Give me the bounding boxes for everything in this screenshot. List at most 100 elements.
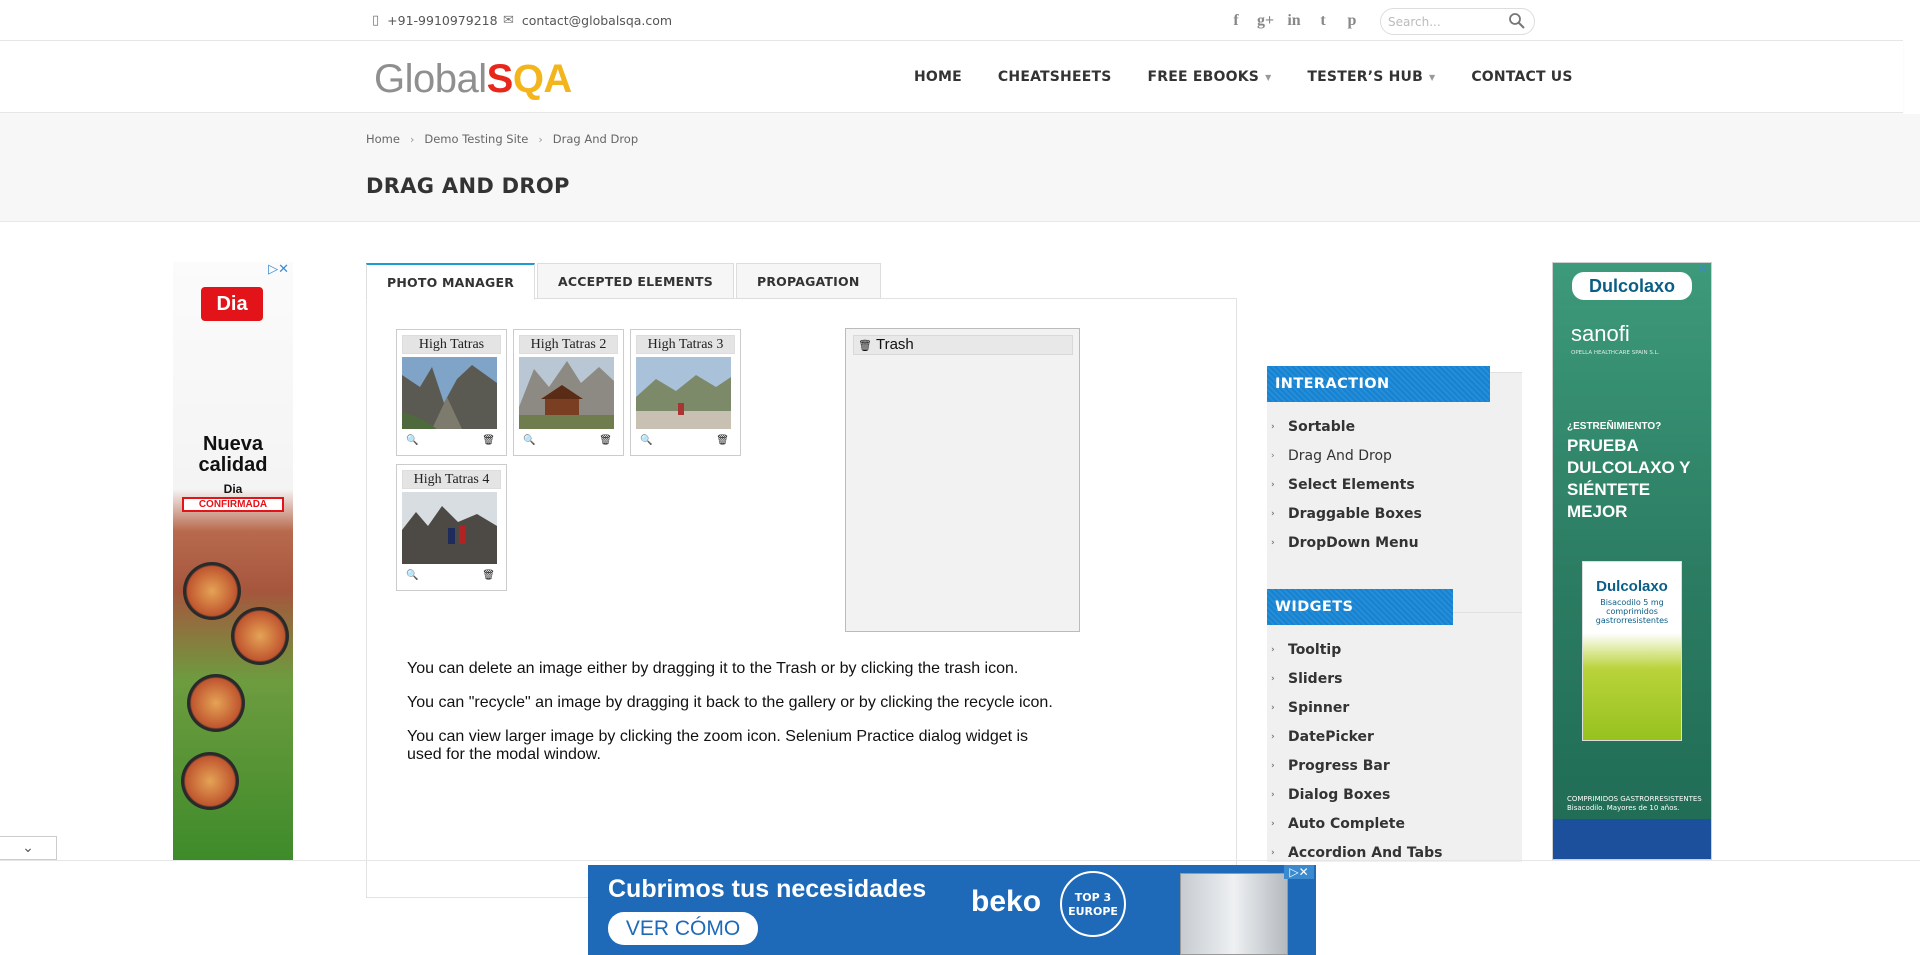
trash-icon[interactable]: 🗑 — [599, 435, 612, 446]
instructions: You can delete an image either by draggi… — [407, 660, 1067, 780]
sidebar-item-select-elements[interactable]: › Select Elements — [1271, 470, 1422, 499]
right-advertisement[interactable]: ✕ Dulcolaxo sanofi OPELLA HEALTHCARE SPA… — [1552, 262, 1712, 860]
tab-photo-manager[interactable]: PHOTO MANAGER — [366, 263, 536, 300]
mail-icon: ✉ — [503, 13, 514, 28]
gallery-item[interactable]: High Tatras 🔍 🗑 — [396, 329, 507, 456]
phone-contact: ▯ +91-9910979218 — [372, 0, 498, 41]
ad-close-icon[interactable]: ✕ — [1698, 263, 1708, 276]
site-logo[interactable]: Global S QA — [374, 57, 572, 101]
chevron-down-icon: ▼ — [1265, 72, 1272, 82]
sidebar-item-tooltip[interactable]: › Tooltip — [1271, 635, 1442, 664]
email-address[interactable]: contact@globalsqa.com — [522, 13, 672, 28]
gallery-item[interactable]: High Tatras 2 🔍 🗑 — [513, 329, 624, 456]
sidebar-item-dropdown-menu[interactable]: › DropDown Menu — [1271, 528, 1422, 557]
sidebar-item-drag-and-drop[interactable]: › Drag And Drop — [1271, 441, 1422, 470]
nav-free-ebooks[interactable]: FREE EBOOKS ▼ — [1148, 69, 1272, 85]
google-plus-icon[interactable]: g+ — [1257, 12, 1274, 30]
sidebar-item-sortable[interactable]: › Sortable — [1271, 412, 1422, 441]
nav-cheatsheets[interactable]: CHEATSHEETS — [998, 69, 1112, 85]
ad-box-subtitle: Bisacodilo 5 mg comprimidos gastrorresis… — [1595, 598, 1669, 625]
zoom-icon[interactable]: 🔍 — [406, 435, 418, 446]
trash-icon[interactable]: 🗑 — [716, 435, 729, 446]
facebook-icon[interactable]: f — [1228, 12, 1244, 30]
ad-maker-sub: OPELLA HEALTHCARE SPAIN S.L. — [1571, 350, 1660, 356]
trash-icon: 🗑 — [858, 340, 872, 352]
trash-icon[interactable]: 🗑 — [482, 435, 495, 446]
chevron-right-icon: › — [1271, 702, 1275, 713]
bottom-advertisement[interactable]: Cubrimos tus necesidades VER CÓMO beko T… — [588, 865, 1316, 955]
gallery-item[interactable]: High Tatras 4 🔍 🗑 — [396, 464, 507, 591]
chevron-down-icon: ⌄ — [22, 840, 34, 856]
twitter-icon[interactable]: t — [1315, 12, 1331, 30]
breadcrumb-current: Drag And Drop — [552, 132, 639, 146]
trash-dropzone[interactable]: 🗑 Trash — [845, 328, 1080, 632]
demo-tabs: PHOTO MANAGER ACCEPTED ELEMENTS PROPAGAT… — [366, 263, 883, 300]
tab-accepted-elements[interactable]: ACCEPTED ELEMENTS — [537, 263, 734, 299]
sidebar-item-accordion-and-tabs[interactable]: › Accordion And Tabs — [1271, 838, 1442, 867]
photo-title: High Tatras 2 — [519, 335, 618, 354]
sidebar-item-label: Auto Complete — [1288, 815, 1405, 832]
sidebar-item-label: Accordion And Tabs — [1288, 844, 1443, 861]
nav-label: FREE EBOOKS — [1147, 69, 1260, 85]
pinterest-icon[interactable]: p — [1344, 12, 1360, 30]
site-header: Global S QA HOME CHEATSHEETS FREE EBOOKS… — [0, 41, 1903, 113]
sidebar-item-label: Dialog Boxes — [1288, 786, 1391, 803]
search-box — [1380, 8, 1535, 35]
ad-close-icon[interactable]: ▷✕ — [268, 262, 289, 277]
sidebar-item-label: Progress Bar — [1288, 757, 1390, 774]
sidebar-list-widgets: › Tooltip › Sliders › Spinner › DatePicker ›… — [1271, 635, 1442, 867]
sidebar-item-dialog-boxes[interactable]: › Dialog Boxes — [1271, 780, 1442, 809]
search-icon[interactable] — [1508, 12, 1526, 30]
sidebar-item-label: Select Elements — [1288, 476, 1415, 493]
ad-cta-button[interactable]: VER CÓMO — [608, 912, 758, 945]
sidebar-item-auto-complete[interactable]: › Auto Complete — [1271, 809, 1442, 838]
nav-label: CONTACT US — [1471, 69, 1573, 85]
chevron-right-icon: › — [538, 132, 543, 146]
sidebar-item-spinner[interactable]: › Spinner — [1271, 693, 1442, 722]
zoom-icon[interactable]: 🔍 — [406, 570, 418, 581]
sidebar-item-label: Sliders — [1288, 670, 1343, 687]
sidebar-item-label: DropDown Menu — [1288, 534, 1419, 551]
gallery-item[interactable]: High Tatras 3 🔍 🗑 — [630, 329, 741, 456]
ad-badge: TOP 3 EUROPE — [1060, 871, 1126, 937]
trash-header: 🗑 Trash — [853, 335, 1073, 355]
tab-propagation[interactable]: PROPAGATION — [735, 263, 881, 299]
zoom-icon[interactable]: 🔍 — [640, 435, 652, 446]
linkedin-icon[interactable]: in — [1286, 12, 1302, 30]
chevron-right-icon: › — [1271, 731, 1275, 742]
chevron-right-icon: › — [1271, 673, 1275, 684]
breadcrumb-home[interactable]: Home — [366, 132, 400, 146]
ad-footer: COMPRIMIDOS GASTRORRESISTENTES Bisacodil… — [1567, 795, 1702, 812]
nav-contact-us[interactable]: CONTACT US — [1471, 69, 1572, 85]
zoom-icon[interactable]: 🔍 — [523, 435, 535, 446]
breadcrumb-demo-testing-site[interactable]: Demo Testing Site — [424, 132, 528, 146]
trash-icon[interactable]: 🗑 — [482, 570, 495, 581]
sidebar-item-datepicker[interactable]: › DatePicker — [1271, 722, 1442, 751]
sidebar-item-label: Sortable — [1288, 418, 1356, 435]
sidebar-item-sliders[interactable]: › Sliders — [1271, 664, 1442, 693]
ad-brand-text: Dia — [223, 482, 243, 496]
photo-actions: 🔍 🗑 — [519, 433, 618, 446]
nav-home[interactable]: HOME — [914, 69, 962, 85]
nav-testers-hub[interactable]: TESTER’S HUB ▼ — [1307, 69, 1435, 85]
photo-thumbnail — [402, 492, 497, 564]
ad-headline: Nueva calidad — [198, 433, 268, 476]
sidebar-heading-widgets: WIDGETS — [1267, 589, 1453, 625]
phone-icon: ▯ — [372, 13, 380, 28]
ad-close-icon[interactable]: ▷✕ — [1284, 865, 1314, 879]
sidebar-item-progress-bar[interactable]: › Progress Bar — [1271, 751, 1442, 780]
left-advertisement[interactable]: ▷✕ Dia Nueva calidad Dia CONFIRMADA — [173, 262, 293, 860]
top-bar: ▯ +91-9910979218 ✉ contact@globalsqa.com… — [0, 0, 1903, 41]
chevron-right-icon: › — [1271, 644, 1275, 655]
ad-brand-logo: Dulcolaxo — [1572, 272, 1692, 300]
logo-text-s: S — [486, 57, 514, 101]
photo-title: High Tatras 3 — [636, 335, 735, 354]
nav-label: CHEATSHEETS — [997, 69, 1112, 85]
email-contact[interactable]: ✉ contact@globalsqa.com — [503, 0, 672, 41]
search-input[interactable] — [1388, 9, 1508, 34]
ad-claim: PRUEBA DULCOLAXO Y SIÉNTETE MEJOR — [1567, 436, 1691, 521]
collapse-ad-toggle[interactable]: ⌄ — [0, 836, 57, 860]
sidebar-item-label: Draggable Boxes — [1288, 505, 1422, 522]
ad-product-image — [181, 752, 239, 810]
sidebar-item-draggable-boxes[interactable]: › Draggable Boxes — [1271, 499, 1422, 528]
